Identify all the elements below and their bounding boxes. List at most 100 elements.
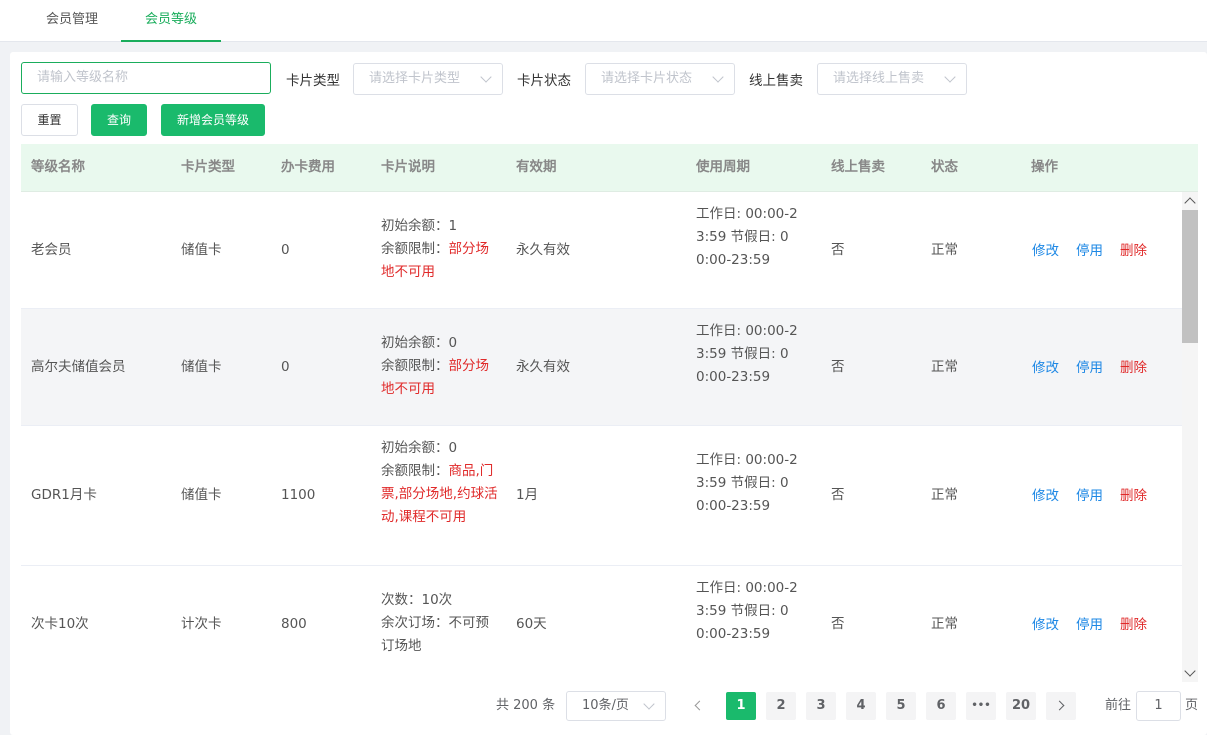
query-button[interactable]: 查询 bbox=[91, 104, 147, 136]
col-level-name: 等级名称 bbox=[31, 159, 85, 175]
tab-member-level[interactable]: 会员等级 bbox=[121, 0, 221, 42]
goto-label: 前往 bbox=[1105, 698, 1132, 713]
top-tabs: 会员管理 会员等级 bbox=[0, 0, 1207, 42]
page-1-button[interactable]: 1 bbox=[726, 692, 756, 720]
page-2-button[interactable]: 2 bbox=[766, 692, 796, 720]
card-status-placeholder: 请选择卡片状态 bbox=[601, 71, 693, 86]
pagination-total: 共 200 条 bbox=[496, 698, 556, 713]
page-20-button[interactable]: 20 bbox=[1006, 692, 1036, 720]
col-card-type: 卡片类型 bbox=[181, 159, 235, 175]
page-4-button[interactable]: 4 bbox=[846, 692, 876, 720]
row-level-name: GDR1月卡 bbox=[31, 487, 97, 503]
row-card-type: 计次卡 bbox=[181, 615, 222, 632]
scroll-thumb[interactable] bbox=[1182, 210, 1198, 343]
delete-link[interactable]: 删除 bbox=[1120, 356, 1147, 376]
row-online-sale: 否 bbox=[831, 487, 845, 503]
row-online-sale: 否 bbox=[831, 358, 845, 375]
row-online-sale: 否 bbox=[831, 615, 845, 632]
row-fee: 0 bbox=[281, 358, 290, 375]
online-sale-select[interactable]: 请选择线上售卖 bbox=[817, 63, 967, 95]
card-status-select[interactable]: 请选择卡片状态 bbox=[585, 63, 735, 95]
desc-line-1: 初始余额：0 bbox=[381, 335, 458, 351]
disable-link[interactable]: 停用 bbox=[1076, 239, 1103, 259]
table-header: 等级名称 卡片类型 办卡费用 卡片说明 有效期 使用周期 线上售卖 状态 操作 bbox=[21, 144, 1198, 192]
card-type-label: 卡片类型 bbox=[286, 73, 340, 89]
row-validity: 永久有效 bbox=[516, 358, 570, 375]
row-card-desc: 初始余额：0 余额限制：商品,门票,部分场地,约球活动,课程不可用 bbox=[381, 437, 501, 529]
desc-line-1: 初始余额：0 bbox=[381, 440, 458, 456]
edit-link[interactable]: 修改 bbox=[1032, 356, 1059, 376]
scroll-up-icon[interactable] bbox=[1184, 197, 1196, 209]
row-usage-cycle: 工作日: 00:00-23:59 节假日: 00:00-23:59 bbox=[696, 580, 798, 642]
col-online-sale: 线上售卖 bbox=[831, 159, 885, 175]
row-card-desc: 次数：10次 余次订场：不可预订场地 bbox=[381, 589, 491, 658]
row-card-desc: 初始余额：0 余额限制：部分场地不可用 bbox=[381, 332, 501, 401]
row-fee: 0 bbox=[281, 241, 290, 258]
desc-line-2: 余次订场：不可预订场地 bbox=[381, 612, 491, 658]
row-level-name: 高尔夫储值会员 bbox=[31, 358, 126, 375]
table-body: 老会员 储值卡 0 初始余额：1 余额限制：部分场地不可用 永久有效 工作日: … bbox=[21, 192, 1182, 682]
table-row: 次卡10次 计次卡 800 次数：10次 余次订场：不可预订场地 60天 工作日… bbox=[21, 566, 1182, 682]
row-card-desc: 初始余额：1 余额限制：部分场地不可用 bbox=[381, 215, 501, 284]
row-usage-cycle: 工作日: 00:00-23:59 节假日: 00:00-23:59 bbox=[696, 206, 798, 268]
scroll-down-icon[interactable] bbox=[1184, 665, 1196, 677]
row-status: 正常 bbox=[931, 487, 958, 503]
disable-link[interactable]: 停用 bbox=[1076, 356, 1103, 376]
card-type-placeholder: 请选择卡片类型 bbox=[369, 71, 461, 86]
disable-link[interactable]: 停用 bbox=[1076, 484, 1103, 504]
next-page-icon bbox=[1054, 700, 1065, 711]
row-card-type: 储值卡 bbox=[181, 241, 222, 258]
page-size-value: 10条/页 bbox=[582, 698, 629, 713]
desc-label: 余次订场： bbox=[381, 615, 449, 631]
col-actions: 操作 bbox=[1031, 159, 1058, 175]
goto-page-input[interactable]: 1 bbox=[1136, 691, 1181, 721]
col-usage-cycle: 使用周期 bbox=[696, 159, 750, 175]
col-status: 状态 bbox=[931, 159, 958, 175]
table-row: 高尔夫储值会员 储值卡 0 初始余额：0 余额限制：部分场地不可用 永久有效 工… bbox=[21, 309, 1182, 426]
col-card-desc: 卡片说明 bbox=[381, 159, 435, 175]
page-size-select[interactable]: 10条/页 bbox=[566, 691, 666, 721]
tab-member-management[interactable]: 会员管理 bbox=[32, 0, 112, 42]
reset-button[interactable]: 重置 bbox=[21, 104, 78, 136]
delete-link[interactable]: 删除 bbox=[1120, 613, 1147, 633]
next-page-button[interactable] bbox=[1046, 692, 1076, 720]
more-pages-button[interactable]: ••• bbox=[966, 692, 996, 720]
disable-link[interactable]: 停用 bbox=[1076, 613, 1103, 633]
row-card-type: 储值卡 bbox=[181, 487, 222, 503]
delete-link[interactable]: 删除 bbox=[1120, 239, 1147, 259]
page-6-button[interactable]: 6 bbox=[926, 692, 956, 720]
add-member-level-button[interactable]: 新增会员等级 bbox=[161, 104, 265, 136]
page-5-button[interactable]: 5 bbox=[886, 692, 916, 720]
row-validity: 1月 bbox=[516, 487, 539, 503]
page-unit-label: 页 bbox=[1185, 698, 1199, 713]
chevron-down-icon bbox=[712, 71, 724, 83]
desc-label: 余额限制： bbox=[381, 358, 449, 374]
col-fee: 办卡费用 bbox=[281, 159, 335, 175]
row-validity: 永久有效 bbox=[516, 241, 570, 258]
desc-line-2: 余额限制：部分场地不可用 bbox=[381, 238, 501, 284]
page-3-button[interactable]: 3 bbox=[806, 692, 836, 720]
online-sale-placeholder: 请选择线上售卖 bbox=[833, 71, 925, 86]
chevron-down-icon bbox=[480, 71, 492, 83]
online-sale-label: 线上售卖 bbox=[749, 73, 803, 89]
row-usage-cycle: 工作日: 00:00-23:59 节假日: 00:00-23:59 bbox=[696, 452, 798, 514]
desc-line-1: 初始余额：1 bbox=[381, 218, 458, 234]
delete-link[interactable]: 删除 bbox=[1120, 484, 1147, 504]
chevron-down-icon bbox=[643, 698, 655, 710]
table-scrollbar[interactable] bbox=[1182, 192, 1198, 682]
edit-link[interactable]: 修改 bbox=[1032, 239, 1059, 259]
card-type-select[interactable]: 请选择卡片类型 bbox=[353, 63, 503, 95]
row-status: 正常 bbox=[931, 358, 958, 375]
table-row: 老会员 储值卡 0 初始余额：1 余额限制：部分场地不可用 永久有效 工作日: … bbox=[21, 192, 1182, 309]
row-level-name: 次卡10次 bbox=[31, 615, 89, 632]
chevron-down-icon bbox=[944, 71, 956, 83]
desc-line-2: 余额限制：部分场地不可用 bbox=[381, 355, 501, 401]
desc-line-2: 余额限制：商品,门票,部分场地,约球活动,课程不可用 bbox=[381, 460, 501, 529]
edit-link[interactable]: 修改 bbox=[1032, 484, 1059, 504]
edit-link[interactable]: 修改 bbox=[1032, 613, 1059, 633]
row-fee: 800 bbox=[281, 615, 307, 632]
table-row: GDR1月卡 储值卡 1100 初始余额：0 余额限制：商品,门票,部分场地,约… bbox=[21, 426, 1182, 566]
desc-label: 余额限制： bbox=[381, 463, 449, 479]
level-name-input[interactable]: 请输入等级名称 bbox=[21, 62, 271, 94]
row-validity: 60天 bbox=[516, 615, 547, 632]
